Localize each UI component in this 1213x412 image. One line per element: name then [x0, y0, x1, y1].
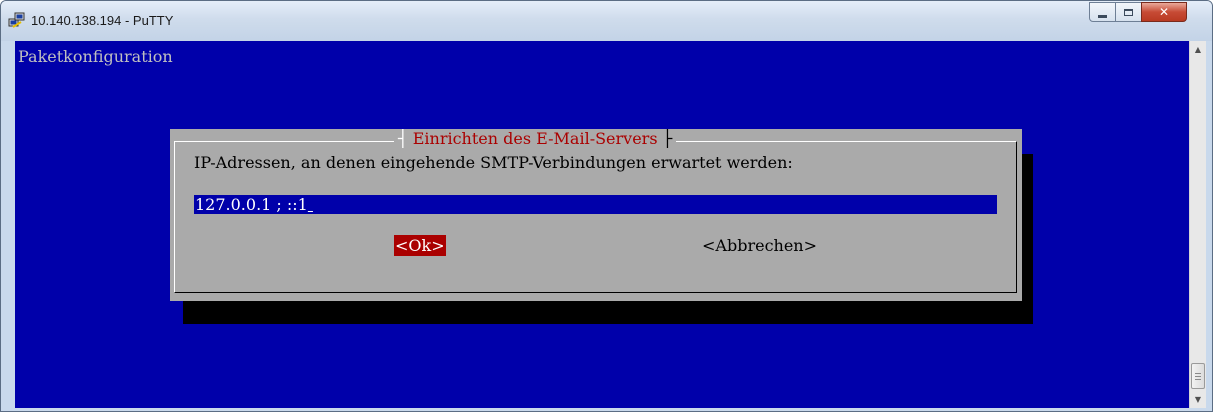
terminal-screen[interactable]: Paketkonfiguration ┤ Einrichten des E-Ma… [15, 41, 1189, 408]
maximize-button[interactable] [1115, 2, 1142, 22]
maximize-icon [1124, 8, 1133, 16]
minimize-icon [1098, 14, 1107, 18]
dialog-title-bar: ┤ Einrichten des E-Mail-Servers ├ [394, 129, 677, 151]
title-border-left: ┤ [398, 129, 413, 148]
scrollbar-thumb[interactable] [1191, 363, 1205, 389]
minimize-button[interactable] [1089, 2, 1116, 22]
dialog-prompt: IP-Adressen, an denen eingehende SMTP-Ve… [194, 153, 793, 172]
title-border-right: ├ [657, 129, 673, 148]
title-bar[interactable]: 10.140.138.194 - PuTTY ✕ [1, 1, 1212, 41]
ok-button[interactable]: <Ok> [394, 235, 446, 256]
dialog-box: ┤ Einrichten des E-Mail-Servers ├ IP-Adr… [170, 129, 1022, 301]
close-icon: ✕ [1158, 5, 1170, 19]
vertical-scrollbar[interactable]: ▲ ▼ [1189, 41, 1206, 408]
close-button[interactable]: ✕ [1141, 2, 1187, 22]
arrow-down-icon: ▼ [1194, 395, 1202, 404]
window-title: 10.140.138.194 - PuTTY [31, 13, 174, 28]
putty-icon [8, 12, 25, 28]
putty-window: 10.140.138.194 - PuTTY ✕ Paketkonfigurat… [0, 0, 1213, 412]
scroll-down-button[interactable]: ▼ [1190, 391, 1206, 408]
ip-address-input[interactable]: 127.0.0.1 ; ::1 [194, 195, 997, 214]
cancel-button[interactable]: <Abbrechen> [702, 235, 817, 256]
scroll-up-button[interactable]: ▲ [1190, 41, 1206, 58]
arrow-up-icon: ▲ [1194, 45, 1202, 54]
input-value: 127.0.0.1 ; ::1 [195, 195, 308, 214]
screen-title: Paketkonfiguration [18, 47, 173, 66]
grip-icon [1195, 372, 1201, 380]
dialog-title: Einrichten des E-Mail-Servers [412, 129, 658, 148]
text-cursor [308, 195, 313, 214]
